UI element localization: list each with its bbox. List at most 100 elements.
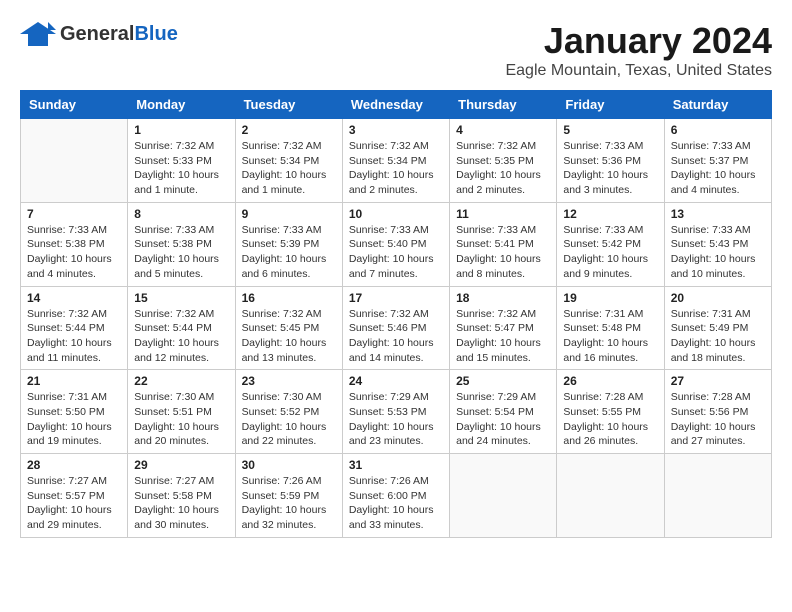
calendar-cell: 7 Sunrise: 7:33 AM Sunset: 5:38 PM Daylig… — [21, 202, 128, 286]
day-number: 24 — [349, 374, 443, 388]
calendar-cell: 9 Sunrise: 7:33 AM Sunset: 5:39 PM Daylig… — [235, 202, 342, 286]
week-row-2: 7 Sunrise: 7:33 AM Sunset: 5:38 PM Daylig… — [21, 202, 772, 286]
calendar-cell: 23 Sunrise: 7:30 AM Sunset: 5:52 PM Dayli… — [235, 370, 342, 454]
header-day-thursday: Thursday — [450, 91, 557, 119]
calendar-cell: 6 Sunrise: 7:33 AM Sunset: 5:37 PM Daylig… — [664, 119, 771, 203]
day-info: Sunrise: 7:32 AM Sunset: 5:35 PM Dayligh… — [456, 139, 550, 198]
calendar-cell: 20 Sunrise: 7:31 AM Sunset: 5:49 PM Dayli… — [664, 286, 771, 370]
header: GeneralBlue January 2024 Eagle Mountain,… — [20, 20, 772, 80]
header-day-sunday: Sunday — [21, 91, 128, 119]
day-info: Sunrise: 7:31 AM Sunset: 5:50 PM Dayligh… — [27, 390, 121, 449]
day-number: 3 — [349, 123, 443, 137]
day-info: Sunrise: 7:26 AM Sunset: 6:00 PM Dayligh… — [349, 474, 443, 533]
calendar-table: SundayMondayTuesdayWednesdayThursdayFrid… — [20, 90, 772, 538]
day-info: Sunrise: 7:33 AM Sunset: 5:38 PM Dayligh… — [134, 223, 228, 282]
calendar-cell: 14 Sunrise: 7:32 AM Sunset: 5:44 PM Dayli… — [21, 286, 128, 370]
calendar-cell: 8 Sunrise: 7:33 AM Sunset: 5:38 PM Daylig… — [128, 202, 235, 286]
day-number: 7 — [27, 207, 121, 221]
day-number: 6 — [671, 123, 765, 137]
calendar-cell — [664, 454, 771, 538]
calendar-cell: 17 Sunrise: 7:32 AM Sunset: 5:46 PM Dayli… — [342, 286, 449, 370]
day-number: 23 — [242, 374, 336, 388]
day-info: Sunrise: 7:26 AM Sunset: 5:59 PM Dayligh… — [242, 474, 336, 533]
day-info: Sunrise: 7:33 AM Sunset: 5:42 PM Dayligh… — [563, 223, 657, 282]
calendar-cell: 2 Sunrise: 7:32 AM Sunset: 5:34 PM Daylig… — [235, 119, 342, 203]
day-info: Sunrise: 7:32 AM Sunset: 5:34 PM Dayligh… — [349, 139, 443, 198]
calendar-subtitle: Eagle Mountain, Texas, United States — [505, 62, 772, 80]
day-number: 2 — [242, 123, 336, 137]
calendar-cell: 16Sunrise: 7:32 AM Sunset: 5:45 PM Dayli… — [235, 286, 342, 370]
calendar-cell: 1Sunrise: 7:32 AM Sunset: 5:33 PM Daylig… — [128, 119, 235, 203]
calendar-cell: 18 Sunrise: 7:32 AM Sunset: 5:47 PM Dayli… — [450, 286, 557, 370]
day-info: Sunrise: 7:32 AM Sunset: 5:47 PM Dayligh… — [456, 307, 550, 366]
calendar-cell: 15 Sunrise: 7:32 AM Sunset: 5:44 PM Dayli… — [128, 286, 235, 370]
day-number: 26 — [563, 374, 657, 388]
day-info: Sunrise: 7:32 AM Sunset: 5:34 PM Dayligh… — [242, 139, 336, 198]
logo: GeneralBlue — [20, 20, 178, 48]
calendar-cell: 31 Sunrise: 7:26 AM Sunset: 6:00 PM Dayli… — [342, 454, 449, 538]
header-day-saturday: Saturday — [664, 91, 771, 119]
week-row-4: 21 Sunrise: 7:31 AM Sunset: 5:50 PM Dayli… — [21, 370, 772, 454]
day-info: Sunrise: 7:30 AM Sunset: 5:51 PM Dayligh… — [134, 390, 228, 449]
calendar-cell: 27 Sunrise: 7:28 AM Sunset: 5:56 PM Dayli… — [664, 370, 771, 454]
calendar-cell: 21 Sunrise: 7:31 AM Sunset: 5:50 PM Dayli… — [21, 370, 128, 454]
calendar-title: January 2024 — [505, 20, 772, 62]
day-number: 19 — [563, 291, 657, 305]
day-number: 12 — [563, 207, 657, 221]
week-row-3: 14 Sunrise: 7:32 AM Sunset: 5:44 PM Dayli… — [21, 286, 772, 370]
header-day-tuesday: Tuesday — [235, 91, 342, 119]
day-number: 27 — [671, 374, 765, 388]
day-info: Sunrise: 7:30 AM Sunset: 5:52 PM Dayligh… — [242, 390, 336, 449]
calendar-cell: 10Sunrise: 7:33 AM Sunset: 5:40 PM Dayli… — [342, 202, 449, 286]
header-day-friday: Friday — [557, 91, 664, 119]
calendar-cell: 26 Sunrise: 7:28 AM Sunset: 5:55 PM Dayli… — [557, 370, 664, 454]
day-number: 14 — [27, 291, 121, 305]
header-day-monday: Monday — [128, 91, 235, 119]
day-info: Sunrise: 7:27 AM Sunset: 5:58 PM Dayligh… — [134, 474, 228, 533]
day-number: 8 — [134, 207, 228, 221]
calendar-cell: 22Sunrise: 7:30 AM Sunset: 5:51 PM Dayli… — [128, 370, 235, 454]
day-info: Sunrise: 7:28 AM Sunset: 5:55 PM Dayligh… — [563, 390, 657, 449]
header-row: SundayMondayTuesdayWednesdayThursdayFrid… — [21, 91, 772, 119]
calendar-cell: 25Sunrise: 7:29 AM Sunset: 5:54 PM Dayli… — [450, 370, 557, 454]
day-info: Sunrise: 7:31 AM Sunset: 5:48 PM Dayligh… — [563, 307, 657, 366]
calendar-cell: 30 Sunrise: 7:26 AM Sunset: 5:59 PM Dayli… — [235, 454, 342, 538]
day-info: Sunrise: 7:33 AM Sunset: 5:36 PM Dayligh… — [563, 139, 657, 198]
day-number: 25 — [456, 374, 550, 388]
day-number: 28 — [27, 458, 121, 472]
day-info: Sunrise: 7:32 AM Sunset: 5:45 PM Dayligh… — [242, 307, 336, 366]
day-info: Sunrise: 7:33 AM Sunset: 5:38 PM Dayligh… — [27, 223, 121, 282]
day-number: 30 — [242, 458, 336, 472]
calendar-cell: 5Sunrise: 7:33 AM Sunset: 5:36 PM Daylig… — [557, 119, 664, 203]
calendar-cell — [450, 454, 557, 538]
day-info: Sunrise: 7:31 AM Sunset: 5:49 PM Dayligh… — [671, 307, 765, 366]
day-number: 31 — [349, 458, 443, 472]
header-day-wednesday: Wednesday — [342, 91, 449, 119]
day-info: Sunrise: 7:32 AM Sunset: 5:44 PM Dayligh… — [134, 307, 228, 366]
logo-blue: Blue — [134, 23, 177, 45]
day-number: 9 — [242, 207, 336, 221]
calendar-cell: 13 Sunrise: 7:33 AM Sunset: 5:43 PM Dayli… — [664, 202, 771, 286]
day-info: Sunrise: 7:33 AM Sunset: 5:37 PM Dayligh… — [671, 139, 765, 198]
day-info: Sunrise: 7:27 AM Sunset: 5:57 PM Dayligh… — [27, 474, 121, 533]
calendar-cell: 19 Sunrise: 7:31 AM Sunset: 5:48 PM Dayli… — [557, 286, 664, 370]
logo-general: General — [60, 23, 134, 45]
day-number: 1 — [134, 123, 228, 137]
day-info: Sunrise: 7:33 AM Sunset: 5:39 PM Dayligh… — [242, 223, 336, 282]
day-number: 15 — [134, 291, 228, 305]
day-number: 20 — [671, 291, 765, 305]
day-info: Sunrise: 7:33 AM Sunset: 5:43 PM Dayligh… — [671, 223, 765, 282]
calendar-cell: 24Sunrise: 7:29 AM Sunset: 5:53 PM Dayli… — [342, 370, 449, 454]
calendar-cell: 12 Sunrise: 7:33 AM Sunset: 5:42 PM Dayli… — [557, 202, 664, 286]
day-number: 4 — [456, 123, 550, 137]
day-number: 13 — [671, 207, 765, 221]
day-info: Sunrise: 7:33 AM Sunset: 5:40 PM Dayligh… — [349, 223, 443, 282]
day-info: Sunrise: 7:28 AM Sunset: 5:56 PM Dayligh… — [671, 390, 765, 449]
day-number: 11 — [456, 207, 550, 221]
day-info: Sunrise: 7:32 AM Sunset: 5:46 PM Dayligh… — [349, 307, 443, 366]
calendar-cell — [557, 454, 664, 538]
day-number: 21 — [27, 374, 121, 388]
day-info: Sunrise: 7:32 AM Sunset: 5:44 PM Dayligh… — [27, 307, 121, 366]
day-number: 18 — [456, 291, 550, 305]
day-number: 17 — [349, 291, 443, 305]
